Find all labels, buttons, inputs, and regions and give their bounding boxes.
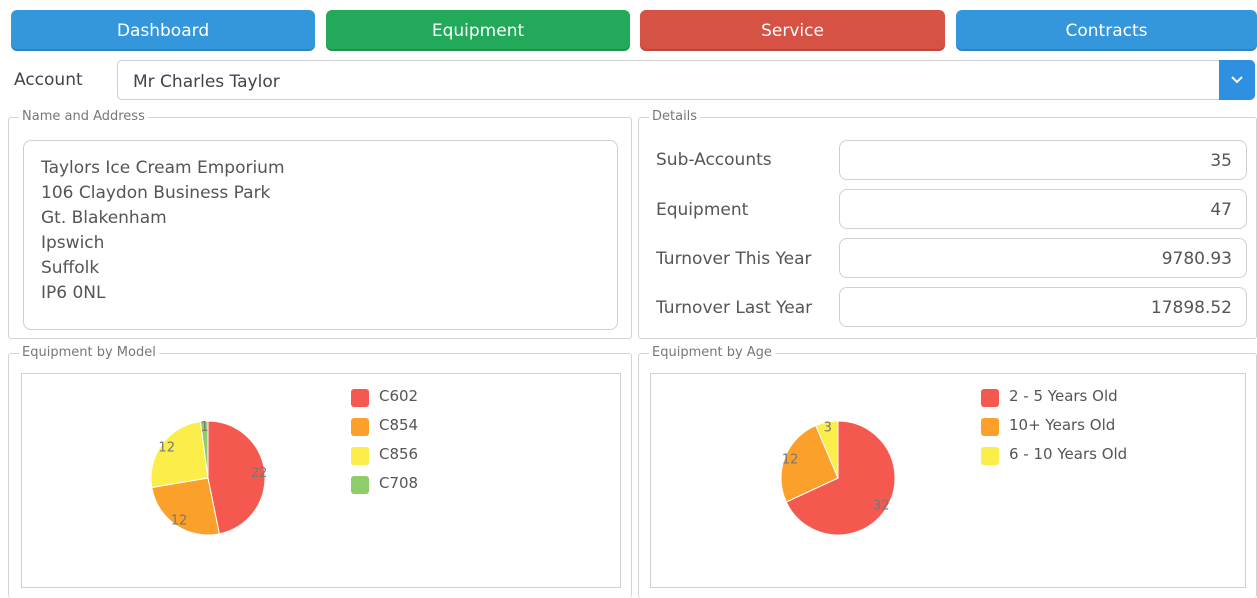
sub-accounts-value: 35 [1210, 151, 1232, 171]
legend-label: C602 [379, 387, 419, 405]
dashboard-button[interactable]: Dashboard [11, 10, 315, 51]
service-button[interactable]: Service [640, 10, 945, 51]
pie-data-label: 32 [873, 499, 890, 514]
legend-label: 6 - 10 Years Old [1009, 445, 1128, 463]
legend-label: C708 [379, 474, 419, 492]
equipment-by-age-group: Equipment by Age 32 12 3 2 - 5 Years Old 10… [638, 345, 1257, 598]
address-textarea[interactable]: Taylors Ice Cream Emporium 106 Claydon B… [23, 140, 618, 330]
sub-accounts-label: Sub-Accounts [656, 150, 772, 170]
equipment-label: Equipment [656, 200, 749, 220]
turnover-this-year-label: Turnover This Year [656, 249, 812, 269]
equipment-by-age-title: Equipment by Age [649, 345, 775, 361]
chevron-down-icon [1231, 76, 1243, 84]
legend-swatch [981, 447, 999, 465]
legend-swatch [351, 418, 369, 436]
turnover-this-year-field[interactable]: 9780.93 [839, 238, 1247, 278]
equipment-by-model-pie: 22 12 12 1 [150, 420, 268, 536]
name-address-title: Name and Address [19, 109, 148, 125]
pie-data-label: 22 [251, 466, 268, 481]
account-value: Mr Charles Taylor [133, 72, 280, 92]
turnover-last-year-label: Turnover Last Year [656, 298, 813, 318]
legend-label: 10+ Years Old [1009, 416, 1116, 434]
equipment-by-age-pie: 32 12 3 [780, 420, 896, 536]
legend-label: C854 [379, 416, 419, 434]
turnover-last-year-field[interactable]: 17898.52 [839, 287, 1247, 327]
pie-data-label: 12 [782, 453, 799, 468]
contracts-button[interactable]: Contracts [956, 10, 1257, 51]
turnover-this-year-value: 9780.93 [1161, 249, 1232, 269]
account-label: Account [14, 70, 83, 90]
details-group: Details Sub-Accounts 35 Equipment 47 Tur… [638, 109, 1257, 339]
legend-swatch [981, 389, 999, 407]
legend-swatch [351, 476, 369, 494]
sub-accounts-field[interactable]: 35 [839, 140, 1247, 180]
equipment-field[interactable]: 47 [839, 189, 1247, 229]
legend-swatch [981, 418, 999, 436]
pie-data-label: 3 [824, 421, 832, 436]
equipment-by-model-group: Equipment by Model 22 12 12 1 C602 C854 C856 C… [8, 345, 632, 598]
legend-label: C856 [379, 445, 419, 463]
equipment-button[interactable]: Equipment [326, 10, 630, 51]
legend-swatch [351, 447, 369, 465]
turnover-last-year-value: 17898.52 [1150, 298, 1232, 318]
address-line: Taylors Ice Cream Emporium [41, 158, 285, 178]
equipment-value: 47 [1210, 200, 1232, 220]
pie-data-label: 12 [171, 513, 188, 528]
details-title: Details [649, 109, 701, 125]
pie-data-label: 12 [158, 441, 175, 456]
address-line: Ipswich [41, 233, 105, 253]
legend-swatch [351, 389, 369, 407]
pie-data-label: 1 [200, 420, 208, 435]
account-select[interactable]: Mr Charles Taylor [117, 60, 1255, 100]
address-line: IP6 0NL [41, 283, 106, 303]
equipment-by-model-chart: 22 12 12 1 C602 C854 C856 C708 [21, 373, 621, 588]
equipment-by-model-title: Equipment by Model [19, 345, 159, 361]
address-line: Gt. Blakenham [41, 208, 167, 228]
address-line: 106 Claydon Business Park [41, 183, 271, 203]
name-address-group: Name and Address Taylors Ice Cream Empor… [8, 109, 632, 339]
account-dropdown-button[interactable] [1219, 60, 1255, 100]
equipment-by-age-chart: 32 12 3 2 - 5 Years Old 10+ Years Old 6 - 10… [650, 373, 1246, 588]
address-line: Suffolk [41, 258, 100, 278]
legend-label: 2 - 5 Years Old [1009, 387, 1118, 405]
